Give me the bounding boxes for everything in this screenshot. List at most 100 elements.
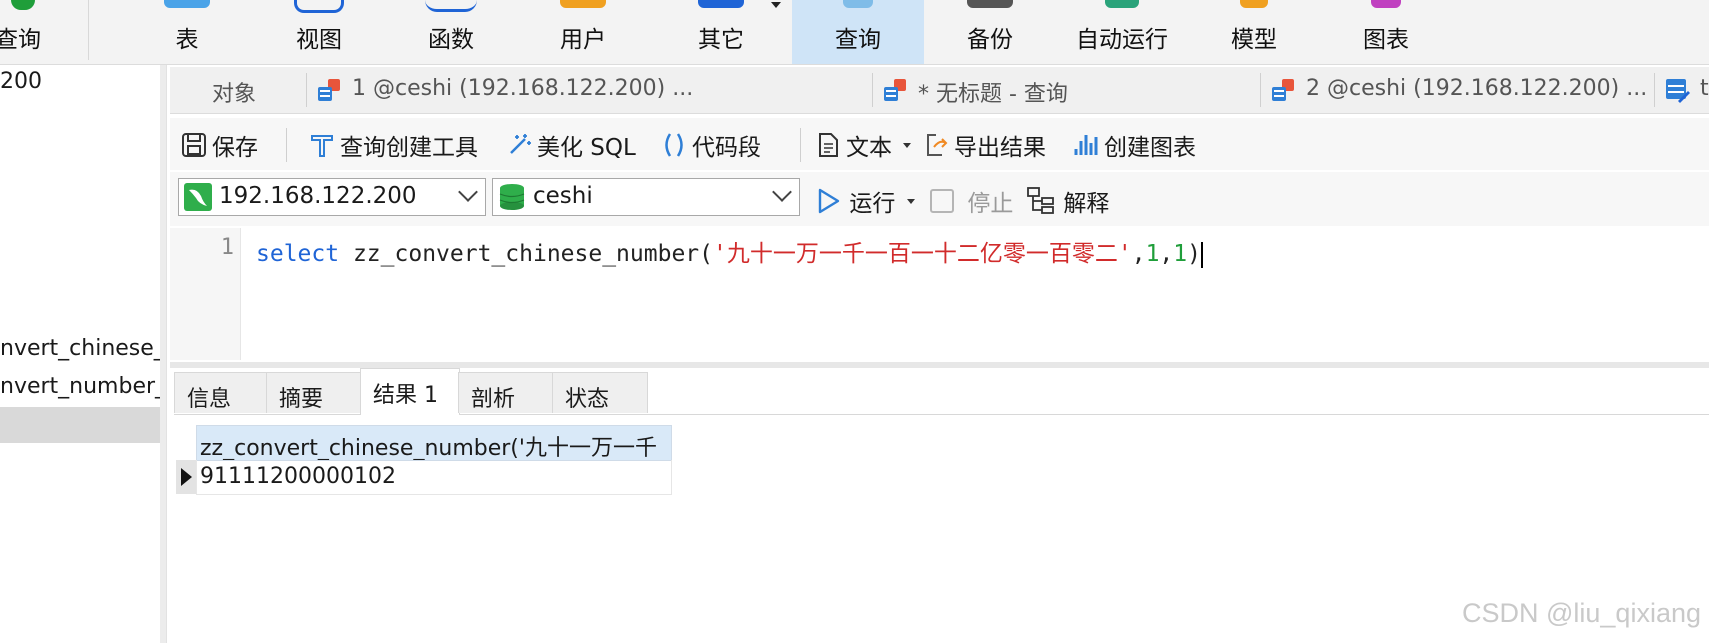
export-results-label: 导出结果 [954,135,1046,161]
sql-punctuation: , [1131,241,1146,267]
magic-wand-icon [510,134,531,154]
tab-objects[interactable]: 对象 [170,67,306,113]
chart-icon [1074,135,1098,155]
tab-profile[interactable]: 剖析 [458,372,554,413]
query-tab-icon [318,79,340,101]
run-button[interactable]: 运行 [816,184,915,218]
database-value: ceshi [533,183,593,209]
text-caret [1201,241,1203,268]
ribbon-schedule-button[interactable]: 自动运行 [1056,0,1188,64]
ribbon-model-button[interactable]: 模型 [1188,0,1320,64]
create-chart-button[interactable]: 创建图表 [1072,128,1196,161]
column-header[interactable]: zz_convert_chinese_number('九十一万一千 [196,425,672,461]
document-icon [819,133,838,157]
beautify-sql-button[interactable]: 美化 SQL [505,128,636,161]
line-number-gutter: 1 [170,228,241,360]
database-select[interactable]: ceshi [492,178,800,216]
ribbon-chart-label: 图表 [1363,27,1409,53]
connection-bar: 192.168.122.200 ceshi 运行 停止 解释 [170,172,1709,226]
ribbon-table-button[interactable]: 表 [121,0,253,64]
connection-select[interactable]: 192.168.122.200 [178,178,486,216]
ribbon-backup-button[interactable]: 备份 [924,0,1056,64]
result-tabs: 信息 摘要 结果 1 剖析 状态 [174,368,1709,415]
tab-table-design-label: t2 @ceshi (192. [1700,76,1709,101]
ribbon-other-label: 其它 [698,27,744,53]
play-icon [818,188,840,214]
chevron-down-icon [771,2,781,8]
query-builder-icon [311,135,333,157]
tree-selected-row[interactable] [0,407,166,443]
tab-divider [1654,73,1655,107]
tab-query-2-label: 2 @ceshi (192.168.122.200) ... [1306,76,1648,101]
ribbon-user-button[interactable]: 用户 [517,0,649,64]
text-mode-button[interactable]: 文本 [814,128,912,161]
tree-scrollbar[interactable] [160,65,166,643]
ribbon-query-button[interactable]: 查询 [0,0,84,64]
tab-query-2[interactable]: 2 @ceshi (192.168.122.200) ... [1264,67,1652,113]
tree-item-connection[interactable]: 200 [0,69,42,99]
stop-button[interactable]: 停止 [930,184,1013,218]
table-cell[interactable]: 91111200000102 [196,460,672,495]
query-tab-icon [884,79,906,101]
other-icon [698,0,744,8]
tab-table-design[interactable]: t2 @ceshi (192. [1658,67,1709,113]
ribbon-query-active-button[interactable]: 查询 [792,0,924,64]
query-icon [843,0,873,8]
ribbon-schedule-label: 自动运行 [1076,27,1168,53]
beautify-sql-label: 美化 SQL [537,135,636,161]
export-icon [927,134,948,156]
tab-summary-label: 摘要 [279,387,324,412]
sql-editor[interactable]: 1 select zz_convert_chinese_number('九十一万… [170,228,1709,360]
ribbon-other-button[interactable]: 其它 [655,0,787,64]
tab-result-1-label: 结果 1 [373,383,438,408]
sql-keyword: select [256,241,340,267]
tab-untitled-query[interactable]: * 无标题 - 查询 [876,67,1256,113]
stop-icon [930,189,954,213]
mariadb-connection-icon [184,183,212,211]
chevron-down-icon [772,182,792,202]
table-design-icon [1666,79,1690,103]
toolbar-divider [286,128,287,162]
dropdown-caret-icon [903,142,912,148]
ribbon-query-label: 查询 [0,27,41,53]
ribbon-chart-button[interactable]: 图表 [1320,0,1452,64]
tab-info[interactable]: 信息 [174,372,268,413]
tab-summary[interactable]: 摘要 [266,372,362,413]
chart-icon [1371,0,1401,8]
tab-divider [306,73,307,107]
tab-status[interactable]: 状态 [552,372,648,413]
view-icon [294,0,344,13]
sql-code-line[interactable]: select zz_convert_chinese_number('九十一万一千… [256,234,1203,268]
save-button[interactable]: 保存 [180,128,258,161]
ribbon-user-label: 用户 [560,27,606,53]
ribbon-view-button[interactable]: 视图 [253,0,385,64]
sql-punctuation: ) [1187,241,1201,267]
function-icon [425,0,477,12]
model-icon [1240,0,1268,8]
user-icon [560,0,606,8]
tab-divider [872,73,873,107]
ribbon-function-button[interactable]: 函数 [385,0,517,64]
save-label: 保存 [212,135,258,161]
ribbon-table-label: 表 [175,27,199,53]
query-builder-button[interactable]: 查询创建工具 [308,128,478,161]
explain-button[interactable]: 解释 [1026,184,1109,218]
code-snippet-button[interactable]: 代码段 [660,128,761,161]
ribbon-model-label: 模型 [1231,27,1277,53]
sql-string-literal: '九十一万一千一百一十二亿零一百零二' [713,241,1132,267]
sql-punctuation: , [1159,241,1174,267]
tab-status-label: 状态 [565,387,610,412]
export-results-button[interactable]: 导出结果 [922,128,1046,161]
cell-value: 91111200000102 [200,464,396,489]
row-indicator[interactable] [176,460,196,494]
query-toolbar: 保存 查询创建工具 美化 SQL 代码段 文本 导出结果 创建图表 [170,118,1709,170]
column-header-label: zz_convert_chinese_number('九十一万一千 [200,436,657,461]
tab-result-1[interactable]: 结果 1 [360,368,460,415]
tab-query-1[interactable]: 1 @ceshi (192.168.122.200) ... [310,67,870,113]
tree-item-function[interactable]: nvert_number_ [0,374,166,404]
chevron-down-icon [458,182,478,202]
tree-item-function[interactable]: nvert_chinese_ [0,336,165,366]
tab-objects-label: 对象 [212,82,257,107]
explain-label: 解释 [1063,191,1110,217]
sql-function-name: zz_convert_chinese_number [352,241,700,267]
